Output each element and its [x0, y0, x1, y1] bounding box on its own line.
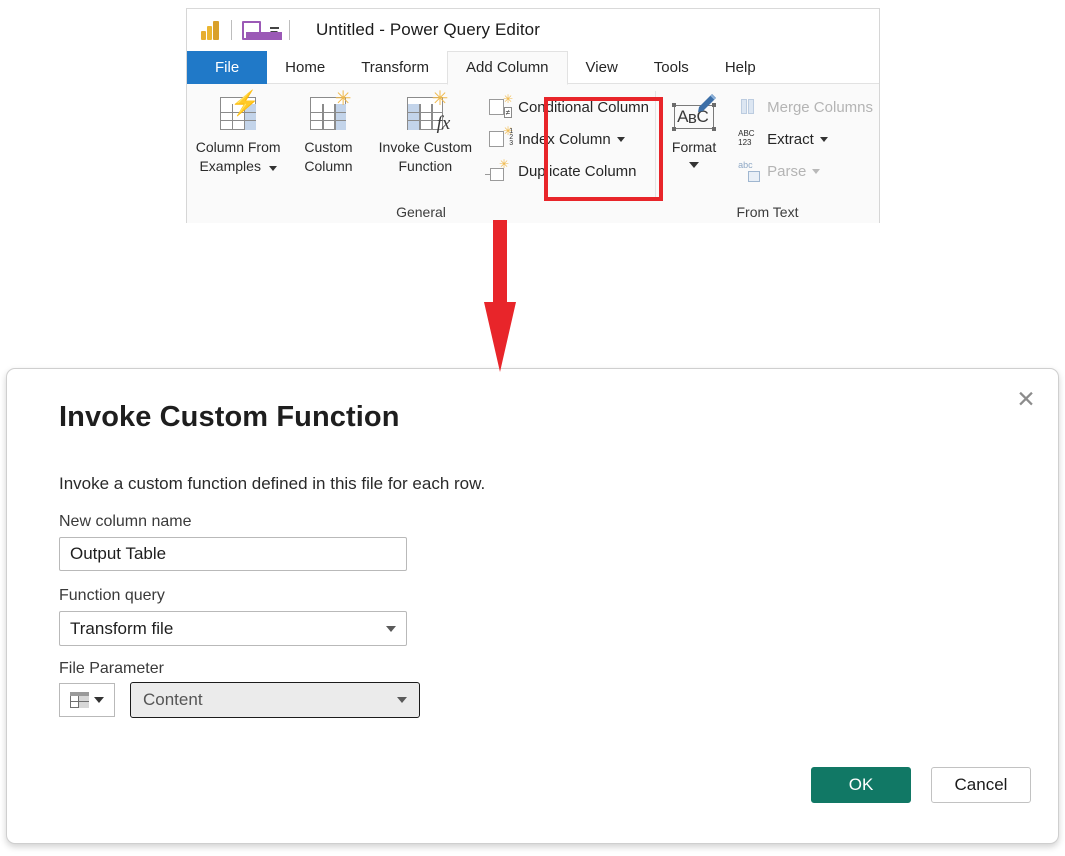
button-label-line1: Format: [672, 139, 716, 155]
button-format[interactable]: AвC Format: [660, 85, 728, 187]
button-custom-column[interactable]: ✳ Custom Column: [283, 85, 373, 187]
from-text-small-buttons: Merge Columns ABC123 Extract abc: [732, 85, 879, 187]
cancel-button[interactable]: Cancel: [931, 767, 1031, 803]
general-small-buttons: ✳ ≠ Conditional Column ✳ 123 Index Colum…: [483, 85, 655, 187]
ribbon-group-from-text: AвC Format: [656, 85, 879, 224]
button-conditional-column[interactable]: ✳ ≠ Conditional Column: [483, 91, 655, 123]
index-column-icon: ✳ 123: [489, 128, 511, 150]
dialog-button-row: OK Cancel: [811, 767, 1031, 803]
function-query-dropdown[interactable]: Transform file: [59, 611, 407, 646]
button-index-column[interactable]: ✳ 123 Index Column: [483, 123, 655, 155]
tab-file[interactable]: File: [187, 51, 267, 84]
screenshot-root: Untitled - Power Query Editor File Home …: [0, 0, 1065, 856]
small-button-label: Parse: [767, 163, 806, 180]
chevron-down-icon[interactable]: [617, 137, 625, 142]
group-label-from-text: From Text: [656, 204, 879, 220]
tab-view[interactable]: View: [568, 51, 636, 84]
chevron-down-icon[interactable]: [812, 169, 820, 174]
small-button-label: Conditional Column: [518, 99, 649, 116]
small-button-label: Duplicate Column: [518, 163, 636, 180]
new-column-name-input[interactable]: [59, 537, 407, 571]
button-merge-columns[interactable]: Merge Columns: [732, 91, 879, 123]
save-icon[interactable]: [242, 21, 261, 40]
small-button-label: Extract: [767, 131, 814, 148]
extract-abc123-icon: ABC123: [738, 128, 760, 150]
conditional-column-icon: ✳ ≠: [489, 96, 511, 118]
custom-column-icon: ✳: [307, 93, 349, 133]
label-new-column-name: New column name: [59, 513, 192, 531]
chevron-down-icon[interactable]: [269, 166, 277, 171]
chevron-down-icon: [386, 626, 396, 632]
chevron-down-icon[interactable]: [820, 137, 828, 142]
window-title: Untitled - Power Query Editor: [316, 20, 540, 40]
down-arrow-annotation-icon: [480, 220, 520, 372]
file-parameter-type-button[interactable]: [59, 683, 115, 717]
tab-home[interactable]: Home: [267, 51, 343, 84]
label-function-query: Function query: [59, 587, 165, 605]
tab-transform[interactable]: Transform: [343, 51, 447, 84]
close-icon[interactable]: ✕: [1010, 383, 1042, 415]
column-from-examples-icon: ⚡: [217, 93, 259, 133]
tab-add-column[interactable]: Add Column: [447, 51, 568, 85]
file-parameter-value: Content: [143, 690, 203, 710]
group-label-general: General: [187, 204, 655, 220]
duplicate-column-icon: ✳: [489, 160, 511, 182]
title-divider: [289, 20, 290, 40]
button-parse[interactable]: abc Parse: [732, 155, 879, 187]
ribbon-tabs: File Home Transform Add Column View Tool…: [187, 51, 879, 84]
button-invoke-custom-function[interactable]: ✳ fx Invoke Custom Function: [374, 85, 477, 187]
power-bi-logo-icon: [201, 20, 221, 40]
button-label-line1: Invoke Custom: [379, 139, 472, 155]
tab-tools[interactable]: Tools: [636, 51, 707, 84]
chevron-down-icon[interactable]: [689, 162, 699, 168]
chevron-down-icon: [94, 697, 104, 703]
label-file-parameter: File Parameter: [59, 660, 164, 678]
invoke-custom-function-icon: ✳ fx: [404, 93, 446, 133]
small-button-label: Merge Columns: [767, 99, 873, 116]
button-label-line1: Column From: [196, 139, 281, 155]
button-label-line1: Custom: [304, 139, 352, 155]
file-parameter-row: Content: [59, 682, 420, 718]
button-label-line2: Examples: [199, 158, 260, 174]
toolbar-divider: [231, 20, 232, 40]
button-label-line2: Function: [399, 158, 453, 174]
chevron-down-icon: [397, 697, 407, 703]
parse-abc-icon: abc: [738, 160, 760, 182]
dialog-subtitle: Invoke a custom function defined in this…: [59, 474, 485, 494]
ribbon-group-general: ⚡ Column From Examples: [187, 85, 655, 224]
ribbon-body: ⚡ Column From Examples: [187, 84, 879, 223]
table-type-icon: [70, 692, 89, 708]
file-parameter-dropdown[interactable]: Content: [130, 682, 420, 718]
power-query-editor-window: Untitled - Power Query Editor File Home …: [186, 8, 880, 223]
invoke-custom-function-dialog: ✕ Invoke Custom Function Invoke a custom…: [6, 368, 1059, 844]
dialog-title: Invoke Custom Function: [59, 401, 400, 434]
small-button-label: Index Column: [518, 131, 611, 148]
function-query-value: Transform file: [70, 619, 173, 639]
ok-button[interactable]: OK: [811, 767, 911, 803]
button-column-from-examples[interactable]: ⚡ Column From Examples: [193, 85, 283, 187]
button-label-line2: Column: [304, 158, 352, 174]
button-extract[interactable]: ABC123 Extract: [732, 123, 879, 155]
format-abc-icon: AвC: [668, 93, 720, 133]
button-duplicate-column[interactable]: ✳ Duplicate Column: [483, 155, 655, 187]
merge-columns-icon: [738, 96, 760, 118]
title-bar: Untitled - Power Query Editor: [187, 9, 879, 51]
tab-help[interactable]: Help: [707, 51, 774, 84]
